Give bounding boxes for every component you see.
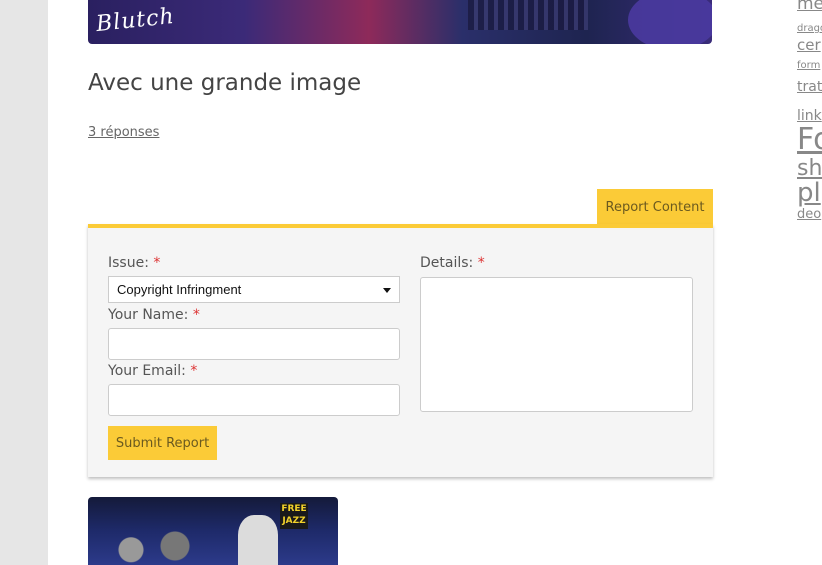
issue-select-value: Copyright Infringment xyxy=(117,282,242,297)
banner-figure-art xyxy=(628,0,712,44)
tag-link[interactable]: cer xyxy=(797,36,821,54)
required-mark: * xyxy=(477,255,485,271)
report-content-tab[interactable]: Report Content xyxy=(597,189,713,226)
post-banner-image[interactable]: Blutch xyxy=(88,0,712,44)
details-textarea[interactable] xyxy=(420,277,693,412)
issue-select[interactable]: Copyright Infringment xyxy=(108,276,400,303)
required-mark: * xyxy=(190,363,198,379)
email-input[interactable] xyxy=(108,384,400,416)
name-label-text: Your Name: xyxy=(108,307,189,323)
chevron-down-icon xyxy=(383,288,391,293)
details-label-text: Details: xyxy=(420,255,474,271)
main-content: Blutch Avec une grande image 3 réponses … xyxy=(48,0,822,565)
details-label: Details: * xyxy=(420,255,485,271)
issue-label: Issue: * xyxy=(108,255,160,271)
tag-link[interactable]: form xyxy=(797,60,820,71)
tag-cloud: me drago cer form trat link Fo sh pl deo xyxy=(797,0,822,230)
banner-signature: Blutch xyxy=(94,3,176,38)
submit-report-button[interactable]: Submit Report xyxy=(108,426,217,460)
tag-link[interactable]: drago xyxy=(797,23,822,34)
thumbnail-figure-art xyxy=(238,515,278,565)
issue-label-text: Issue: xyxy=(108,255,149,271)
name-label: Your Name: * xyxy=(108,307,200,323)
tag-link[interactable]: deo xyxy=(797,207,821,222)
name-input[interactable] xyxy=(108,328,400,360)
email-label: Your Email: * xyxy=(108,363,197,379)
tag-link[interactable]: Fo xyxy=(797,122,822,157)
required-mark: * xyxy=(192,307,200,323)
replies-link[interactable]: 3 réponses xyxy=(88,125,159,140)
tag-link[interactable]: pl xyxy=(797,178,821,208)
email-label-text: Your Email: xyxy=(108,363,186,379)
tag-link[interactable]: me xyxy=(797,0,822,14)
banner-building-art xyxy=(468,0,588,30)
post-title[interactable]: Avec une grande image xyxy=(88,70,361,96)
post-thumbnail-image[interactable]: FREE JAZZ xyxy=(88,497,338,565)
thumbnail-drums-art xyxy=(98,527,208,565)
tag-link[interactable]: trat xyxy=(797,79,822,95)
required-mark: * xyxy=(153,255,161,271)
report-form: Issue: * Copyright Infringment Your Name… xyxy=(88,224,713,477)
thumbnail-sign: FREE JAZZ xyxy=(280,503,308,529)
